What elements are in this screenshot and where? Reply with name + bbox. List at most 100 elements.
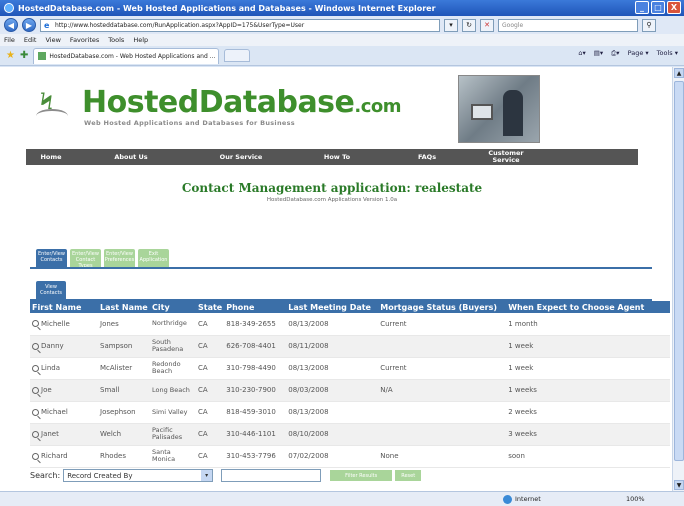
nav-our-service[interactable]: Our Service	[186, 153, 296, 161]
table-row[interactable]: Michelle Jones Northridge CA 818-349-2655 08/…	[30, 313, 670, 336]
new-tab-button[interactable]	[224, 49, 251, 62]
nav-faqs[interactable]: FAQs	[378, 153, 476, 161]
page-favicon-icon	[38, 52, 47, 60]
table-cell: 1 week	[506, 335, 670, 358]
cell-text: Danny	[41, 342, 64, 350]
search-field-value: Record Created By	[67, 471, 133, 480]
menu-bar: File Edit View Favorites Tools Help	[0, 34, 684, 46]
column-header[interactable]: Mortgage Status (Buyers)	[378, 301, 507, 313]
search-icon[interactable]: ⚲	[642, 18, 656, 32]
photo-person	[503, 90, 523, 136]
reset-button[interactable]: Reset	[395, 470, 422, 481]
cell-text: Joe	[41, 386, 52, 394]
column-header[interactable]: Last Name	[98, 301, 150, 313]
menu-help[interactable]: Help	[133, 36, 148, 44]
home-icon[interactable]: ⌂▾	[578, 49, 585, 58]
browser-tab[interactable]: HostedDatabase.com - Web Hosted Applicat…	[33, 47, 220, 64]
table-cell: Josephson	[98, 401, 150, 424]
search-field-select[interactable]: Record Created By ▾	[63, 469, 214, 482]
menu-tools[interactable]: Tools	[108, 36, 124, 44]
table-row[interactable]: Joe Small Long Beach CA 310-230-7900 08/03/20…	[30, 379, 670, 402]
forward-button[interactable]: ▶	[22, 18, 36, 32]
nav-customer-service[interactable]: Customer Service	[476, 150, 536, 164]
view-record-icon[interactable]	[32, 408, 39, 416]
favorites-star-icon[interactable]: ★	[6, 50, 15, 61]
tools-menu[interactable]: Tools ▾	[657, 49, 678, 58]
cell-text: Richard	[41, 452, 68, 460]
minimize-button[interactable]: _	[635, 1, 649, 14]
table-cell: 818-459-3010	[224, 401, 287, 424]
site-logo[interactable]: HostedDatabase.com	[82, 85, 402, 120]
zone-label: Internet	[515, 495, 541, 503]
tab-preferences[interactable]: Enter/View Preferences	[104, 249, 135, 267]
table-cell: 08/03/2008	[286, 379, 379, 402]
table-cell: Linda	[30, 357, 98, 380]
cell-text: Janet	[41, 430, 59, 438]
url-field[interactable]: http://www.hosteddatabase.com/RunApplica…	[40, 18, 440, 32]
page-menu[interactable]: Page ▾	[628, 49, 649, 58]
nav-how-to[interactable]: How To	[296, 153, 378, 161]
vertical-scrollbar[interactable]: ▲ ▼	[672, 67, 684, 491]
globe-icon	[503, 494, 512, 504]
view-record-icon[interactable]	[32, 386, 39, 394]
print-icon[interactable]: ⎙▾	[611, 49, 619, 58]
stop-icon[interactable]: ✕	[480, 18, 494, 32]
search-input[interactable]: Google	[498, 18, 638, 32]
nav-home[interactable]: Home	[26, 153, 76, 161]
refresh-icon[interactable]: ↻	[462, 18, 476, 32]
filter-results-button[interactable]: Filter Results	[330, 470, 393, 481]
table-cell	[378, 401, 507, 424]
table-cell: 07/02/2008	[286, 445, 379, 468]
table-cell: 08/11/2008	[286, 335, 379, 358]
column-header[interactable]: Last Meeting Date	[286, 301, 379, 313]
table-row[interactable]: Michael Josephson Simi Valley CA 818-459-301…	[30, 401, 670, 424]
feeds-icon[interactable]: ▤▾	[594, 49, 603, 58]
zone-indicator: Internet	[503, 494, 541, 504]
table-cell: 1 weeks	[506, 379, 670, 402]
view-record-icon[interactable]	[32, 320, 39, 328]
table-cell: N/A	[378, 379, 507, 402]
close-button[interactable]: X	[667, 1, 681, 14]
header-photo	[458, 75, 540, 143]
column-header[interactable]: City	[150, 301, 196, 313]
table-row[interactable]: Linda McAlister Redondo Beach CA 310-798-449…	[30, 357, 670, 380]
menu-favorites[interactable]: Favorites	[70, 36, 99, 44]
table-cell: Simi Valley	[150, 401, 196, 424]
table-row[interactable]: Richard Rhodes Santa Monica CA 310-453-7796 0…	[30, 445, 670, 468]
column-header[interactable]: State	[196, 301, 225, 313]
table-cell: 08/10/2008	[286, 423, 379, 446]
dropdown-icon[interactable]: ▾	[444, 18, 458, 32]
address-bar: ◀ ▶ http://www.hosteddatabase.com/RunApp…	[0, 16, 684, 34]
maximize-button[interactable]: □	[651, 1, 665, 14]
menu-view[interactable]: View	[45, 36, 60, 44]
nav-about-us[interactable]: About Us	[76, 153, 186, 161]
menu-edit[interactable]: Edit	[24, 36, 37, 44]
scroll-up-icon[interactable]: ▲	[674, 68, 684, 78]
tab-contact-types[interactable]: Enter/View Contact Types	[70, 249, 101, 269]
add-favorites-icon[interactable]: ✚	[20, 50, 28, 61]
scroll-down-icon[interactable]: ▼	[674, 480, 684, 490]
table-row[interactable]: Danny Sampson South Pasadena CA 626-708-4401…	[30, 335, 670, 358]
tab-exit[interactable]: Exit Application	[138, 249, 169, 267]
view-record-icon[interactable]	[32, 430, 39, 438]
back-button[interactable]: ◀	[4, 18, 18, 32]
tab-contacts[interactable]: Enter/View Contacts	[36, 249, 67, 267]
column-header[interactable]: When Expect to Choose Agent	[506, 301, 670, 313]
app-subtitle: HostedDatabase.com Applications Version …	[266, 197, 398, 203]
view-record-icon[interactable]	[32, 342, 39, 350]
search-label: Search:	[30, 471, 61, 480]
column-header[interactable]: First Name	[30, 301, 98, 313]
tab-divider	[30, 267, 652, 269]
site-navbar: Home About Us Our Service How To FAQs Cu…	[26, 149, 638, 165]
view-record-icon[interactable]	[32, 364, 39, 372]
chevron-down-icon[interactable]: ▾	[201, 470, 213, 481]
scroll-thumb[interactable]	[674, 81, 684, 461]
menu-file[interactable]: File	[4, 36, 15, 44]
zoom-level[interactable]: 100%	[626, 495, 645, 503]
column-header[interactable]: Phone	[224, 301, 287, 313]
table-cell: 2 weeks	[506, 401, 670, 424]
tab-view-contacts[interactable]: View Contacts	[36, 281, 66, 299]
view-record-icon[interactable]	[32, 452, 39, 460]
table-row[interactable]: Janet Welch Pacific Palisades CA 310-446-110…	[30, 423, 670, 446]
search-value-input[interactable]	[221, 469, 322, 482]
